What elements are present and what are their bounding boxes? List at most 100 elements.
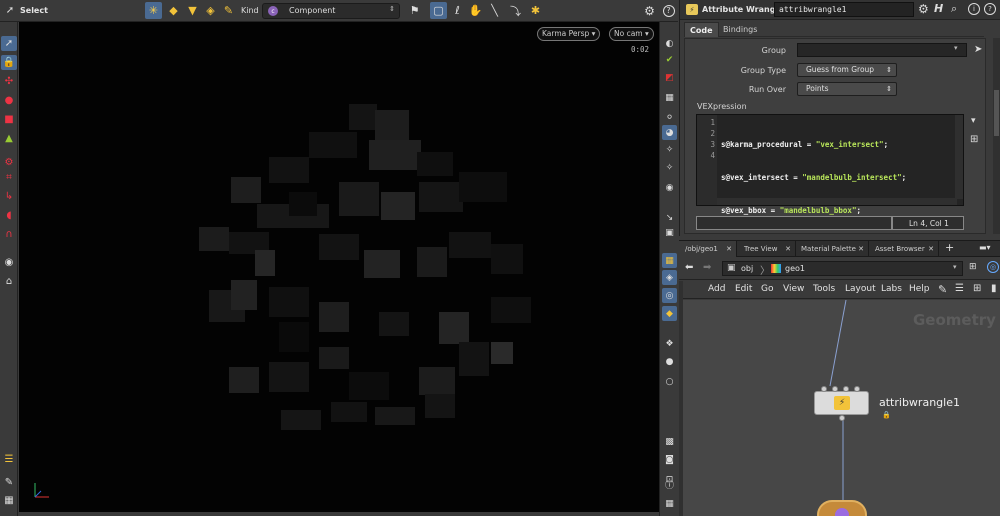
secure-selection-button[interactable]: ✱ — [527, 2, 544, 19]
handle-tool-icon[interactable]: ▲ — [1, 131, 17, 146]
flipbook-icon[interactable]: ✎ — [1, 475, 17, 490]
info-icon[interactable]: i — [968, 3, 980, 15]
path-field[interactable]: ▣ obj 〉 geo1 ▾ — [722, 261, 963, 277]
add-tab-button[interactable]: + — [945, 241, 954, 254]
help-icon[interactable]: H — [934, 2, 943, 15]
box-select-button[interactable]: ▢ — [430, 2, 447, 19]
brush-select-button[interactable]: ✋ — [467, 2, 484, 19]
normal-display-icon[interactable]: ◈ — [662, 270, 677, 285]
overlay-icon[interactable]: ▣ — [662, 225, 677, 240]
more-icon[interactable]: ▮ — [991, 283, 997, 294]
path-geo1[interactable]: geo1 — [785, 264, 805, 273]
close-icon[interactable]: ✕ — [858, 241, 864, 257]
shading-icon[interactable]: ▦ — [662, 90, 677, 105]
close-icon[interactable]: ✕ — [928, 241, 934, 257]
path-obj[interactable]: obj — [741, 264, 753, 273]
render-region-icon[interactable]: ☰ — [1, 452, 17, 467]
group-select-arrow-icon[interactable]: ➤ — [974, 44, 982, 55]
tab-bindings[interactable]: Bindings — [718, 22, 762, 37]
close-icon[interactable]: ✕ — [785, 241, 791, 257]
tab-code[interactable]: Code — [684, 22, 719, 37]
close-icon[interactable]: ✕ — [726, 241, 732, 257]
path-dropdown-icon[interactable]: ▾ — [953, 263, 957, 271]
lock-icon[interactable]: 🔒 — [1, 55, 17, 70]
select-points-button[interactable]: ◆ — [165, 2, 182, 19]
create-spare-parms-icon[interactable]: ⊞ — [970, 134, 978, 145]
node-input-connector[interactable] — [854, 386, 860, 392]
scene-viewport[interactable]: Karma Persp ▾ No cam ▾ 0:02 — [19, 22, 659, 512]
geometry-spreadsheet-icon[interactable]: ▩ — [662, 434, 677, 449]
visibility-icon[interactable]: ● — [662, 354, 677, 369]
help-circle-icon[interactable]: ? — [984, 3, 996, 15]
back-arrow-icon[interactable]: ⬅ — [685, 262, 693, 273]
pin-icon[interactable]: ⊞ — [969, 262, 977, 272]
move-tool-icon[interactable]: ✣ — [1, 74, 17, 89]
group-type-menu[interactable]: Guess from Group ⇕ — [797, 63, 897, 77]
node-name-field[interactable]: attribwrangle1 — [774, 2, 914, 17]
tab-network-path[interactable]: /obj/geo1 ✕ — [679, 241, 737, 257]
menu-help[interactable]: Help — [909, 284, 930, 294]
select-edges-button[interactable]: ▼ — [184, 2, 201, 19]
sphere-icon[interactable]: ○ — [662, 374, 677, 389]
menu-labs[interactable]: Labs — [881, 284, 902, 294]
run-over-menu[interactable]: Points ⇕ — [797, 82, 897, 96]
group-field[interactable] — [797, 43, 967, 57]
info-icon[interactable]: ⓘ — [662, 477, 677, 492]
camera-tool-icon[interactable]: ⌂ — [1, 274, 17, 289]
display-options-icon[interactable]: ◐ — [662, 36, 677, 51]
node-input-connector[interactable] — [821, 386, 827, 392]
bulb-icon[interactable]: ✧ — [662, 142, 677, 157]
node-input-connector[interactable] — [832, 386, 838, 392]
node-output-connector[interactable] — [839, 415, 845, 421]
network-editor-canvas[interactable]: Geometry ⚡ attribwrangle1 🔒 — [683, 300, 1000, 516]
link-icon[interactable]: ◎ — [987, 261, 999, 273]
help-icon[interactable]: ? — [660, 2, 677, 19]
gear-icon[interactable]: ⚙ — [641, 2, 658, 19]
grid-icon[interactable]: ▦ — [662, 496, 677, 511]
select-geometry-button[interactable]: ✳ — [145, 2, 162, 19]
menu-layout[interactable]: Layout — [845, 284, 876, 294]
ghost-icon[interactable]: ◩ — [662, 70, 677, 85]
scale-tool-icon[interactable]: ■ — [1, 112, 17, 127]
downstream-node[interactable] — [817, 500, 867, 516]
attribwrangle-node[interactable]: ⚡ — [814, 386, 869, 421]
group-dropdown-icon[interactable]: ▾ — [954, 44, 958, 52]
select-groups-icon[interactable]: ⚑ — [406, 2, 423, 19]
headlight-icon[interactable]: ◕ — [662, 125, 677, 140]
vex-menu-icon[interactable]: ▾ — [971, 116, 976, 126]
rotate-tool-icon[interactable]: ● — [1, 93, 17, 108]
snap-prim-icon[interactable]: ↳ — [1, 189, 17, 204]
template-display-icon[interactable]: ◎ — [662, 288, 677, 303]
view-camera-icon[interactable]: ◙ — [662, 452, 677, 467]
light-icon[interactable]: ⚪ — [662, 110, 677, 125]
menu-tools[interactable]: Tools — [813, 284, 835, 294]
gear-icon[interactable]: ⚙ — [918, 2, 929, 16]
snap-grid-icon[interactable]: ⌗ — [1, 170, 17, 185]
code-horizontal-scrollbar[interactable] — [717, 198, 957, 205]
vector-display-icon[interactable]: ◆ — [662, 306, 677, 321]
grid-view-icon[interactable]: ⊞ — [973, 283, 981, 294]
select-tool-icon[interactable]: ➚ — [1, 36, 17, 51]
view-tool-icon[interactable]: ◉ — [1, 255, 17, 270]
pose-tool-icon[interactable]: ⚙ — [1, 155, 17, 170]
camera-link-icon[interactable]: ◉ — [662, 180, 677, 195]
laser-select-button[interactable]: ╲ — [486, 2, 503, 19]
tab-asset-browser[interactable]: Asset Browser ✕ — [869, 241, 939, 257]
bounding-box-icon[interactable]: ❖ — [662, 336, 677, 351]
lasso-select-button[interactable]: ℓ — [449, 2, 466, 19]
select-visible-only-button[interactable]: ⤵ — [507, 2, 524, 19]
wrench-icon[interactable]: ✎ — [938, 283, 947, 296]
render-icon[interactable]: ▦ — [1, 493, 17, 508]
menu-view[interactable]: View — [783, 284, 804, 294]
magnet-icon[interactable]: ∩ — [1, 227, 17, 242]
pane-layout-icon[interactable]: ▬▾ — [979, 243, 991, 252]
menu-edit[interactable]: Edit — [735, 284, 752, 294]
tab-tree-view[interactable]: Tree View ✕ — [738, 241, 796, 257]
menu-add[interactable]: Add — [708, 284, 725, 294]
arrow-icon[interactable]: ➚ — [4, 4, 16, 17]
select-vertices-button[interactable]: ✎ — [220, 2, 237, 19]
parameter-scrollbar[interactable] — [993, 38, 1000, 234]
snap-point-icon[interactable]: ◖ — [1, 208, 17, 223]
point-display-icon[interactable]: ▦ — [662, 253, 677, 268]
node-input-connector[interactable] — [843, 386, 849, 392]
